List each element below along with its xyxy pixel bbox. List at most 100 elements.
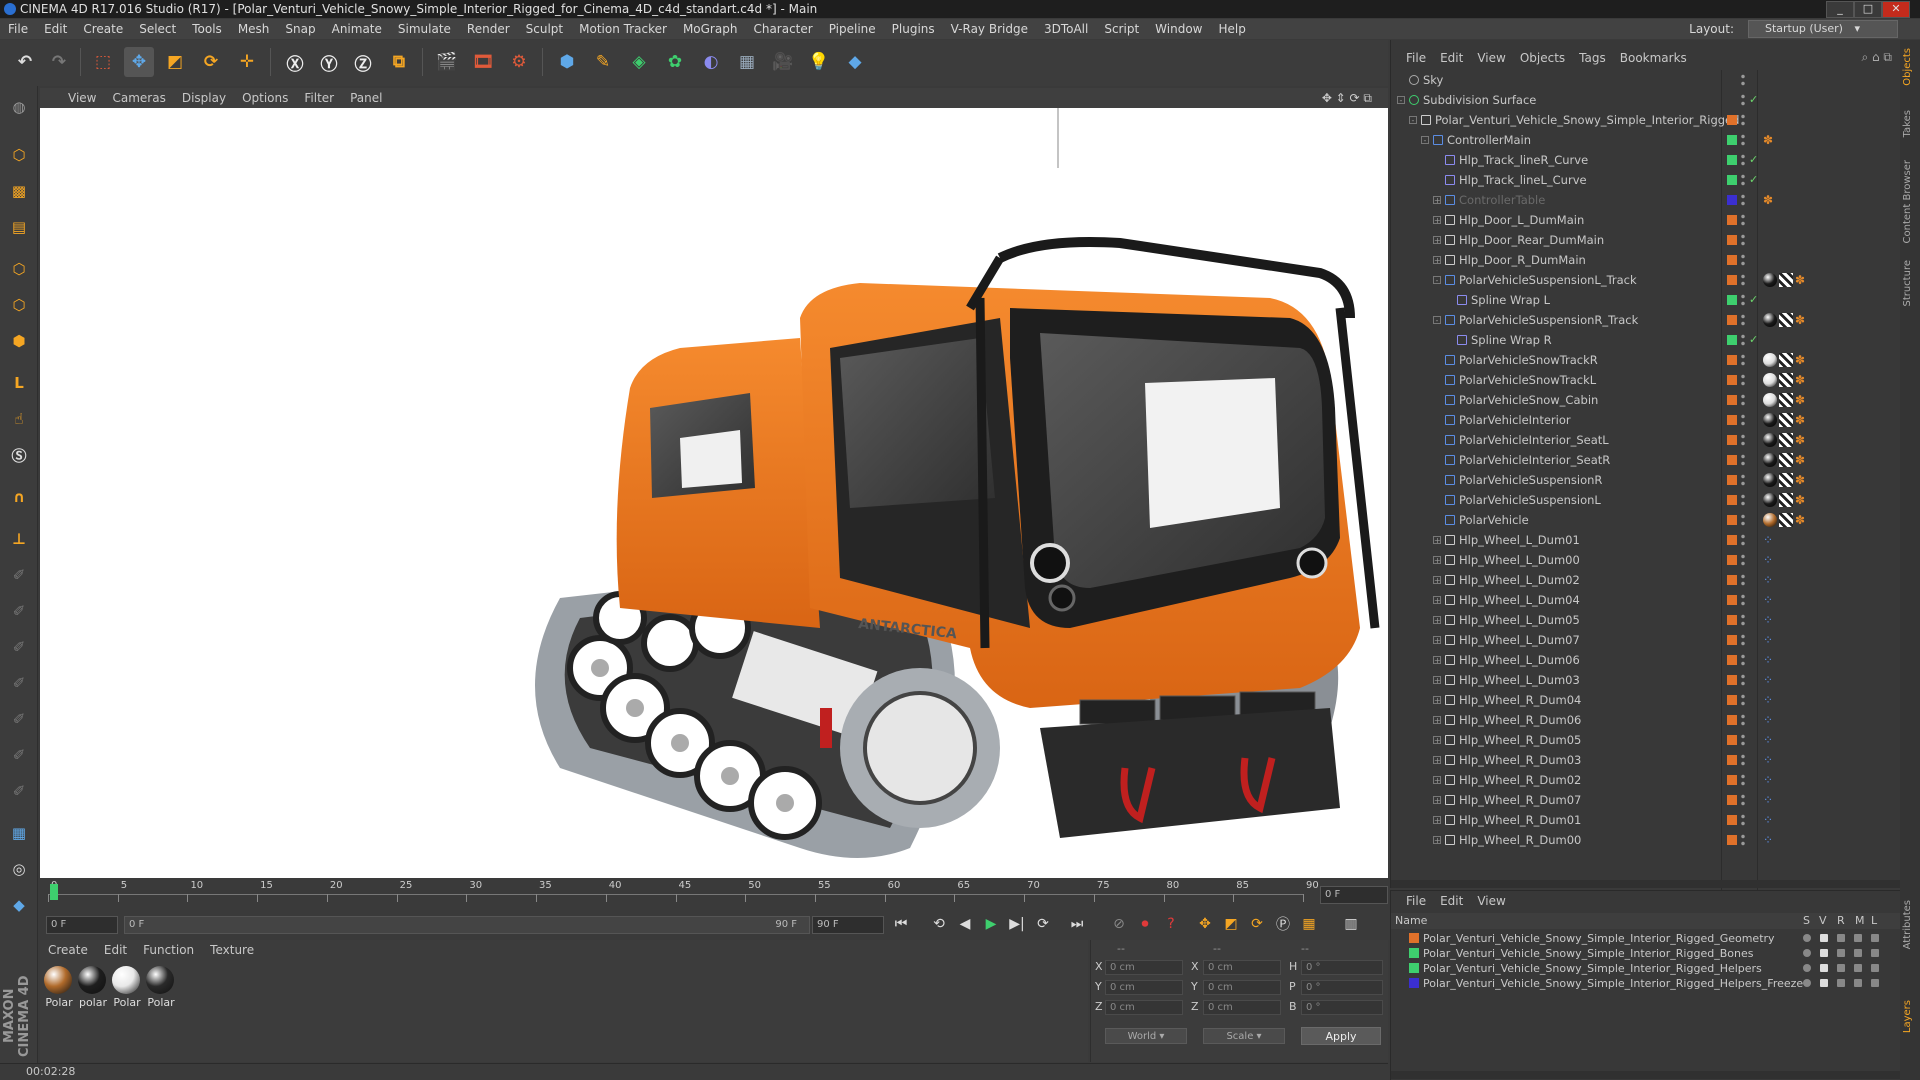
object-row[interactable]: + Hlp_Wheel_L_Dum02 ⁘ (1391, 570, 1901, 590)
material-swatch[interactable]: Polar (112, 966, 142, 1009)
expand-icon[interactable]: + (1433, 656, 1441, 665)
material-menu-texture[interactable]: Texture (202, 943, 262, 957)
material-tag-icon[interactable] (1763, 313, 1777, 327)
viewport-menu-cameras[interactable]: Cameras (104, 91, 173, 105)
coord-position-field[interactable]: 0 cm (1105, 1000, 1183, 1015)
texture-tag-icon[interactable] (1779, 313, 1793, 327)
visibility-dots-icon[interactable] (1741, 573, 1745, 587)
coord-rotation-field[interactable]: 0 ° (1301, 960, 1383, 975)
workplane-icon[interactable]: ⊥ (4, 524, 34, 554)
layer-color-swatch[interactable] (1727, 515, 1737, 525)
maximize-button[interactable]: □ (1854, 1, 1882, 18)
enabled-check-icon[interactable]: ✓ (1749, 330, 1758, 350)
layer-color-swatch[interactable] (1727, 235, 1737, 245)
layer-menu-edit[interactable]: Edit (1433, 894, 1470, 908)
coord-mode-select[interactable]: World ▾ (1105, 1028, 1187, 1044)
expand-icon[interactable]: + (1433, 236, 1441, 245)
key-rotation-icon[interactable]: ⟳ (1246, 914, 1268, 934)
visibility-dots-icon[interactable] (1741, 633, 1745, 647)
visibility-dots-icon[interactable] (1741, 773, 1745, 787)
menu-edit[interactable]: Edit (36, 22, 75, 36)
enabled-check-icon[interactable]: ✓ (1749, 170, 1758, 190)
layout-select[interactable]: Startup (User) ▾ (1748, 20, 1898, 38)
menu-help[interactable]: Help (1210, 22, 1253, 36)
solo-icon[interactable]: ◎ (4, 854, 34, 884)
layer-row[interactable]: Polar_Venturi_Vehicle_Snowy_Simple_Inter… (1391, 976, 1900, 991)
expand-icon[interactable]: + (1433, 536, 1441, 545)
sculpt-brush-6-icon[interactable]: ✐ (4, 740, 34, 770)
layer-color-swatch[interactable] (1727, 375, 1737, 385)
object-row[interactable]: + Hlp_Wheel_R_Dum02 ⁘ (1391, 770, 1901, 790)
previous-frame-icon[interactable]: ◀ (954, 914, 976, 934)
tweak-mode-icon[interactable]: ☝ (4, 404, 34, 434)
viewport-menu-panel[interactable]: Panel (342, 91, 390, 105)
layer-render-icon[interactable] (1837, 934, 1845, 942)
visibility-dots-icon[interactable] (1741, 833, 1745, 847)
collapse-icon[interactable]: - (1433, 276, 1441, 285)
visibility-dots-icon[interactable] (1741, 133, 1745, 147)
timeline[interactable]: 051015202530354045505560657075808590 0 F (40, 880, 1388, 906)
menu-character[interactable]: Character (745, 22, 820, 36)
sculpt-brush-7-icon[interactable]: ✐ (4, 776, 34, 806)
cube-primitive-icon[interactable]: ⬢ (552, 47, 582, 77)
texture-tag-icon[interactable] (1779, 493, 1793, 507)
timeline-window-icon[interactable]: ▥ (1340, 914, 1362, 934)
constraint-tag-icon[interactable]: ⁘ (1763, 653, 1777, 667)
object-row[interactable]: + ControllerTable ✽ (1391, 190, 1901, 210)
layer-menu-file[interactable]: File (1399, 894, 1433, 908)
visibility-dots-icon[interactable] (1741, 293, 1745, 307)
constraint-tag-icon[interactable]: ⁘ (1763, 793, 1777, 807)
object-manager-search-icon[interactable]: ⌕ ⌂ ⧉ (1861, 50, 1892, 65)
key-scale-icon[interactable]: ◩ (1220, 914, 1242, 934)
sculpt-brush-4-icon[interactable]: ✐ (4, 668, 34, 698)
expand-icon[interactable]: + (1433, 676, 1441, 685)
layer-color-swatch[interactable] (1727, 735, 1737, 745)
texture-mode-icon[interactable]: ▩ (4, 176, 34, 206)
camera-icon[interactable]: 🎥 (768, 47, 798, 77)
expand-icon[interactable]: + (1433, 836, 1441, 845)
layer-manager-icon[interactable] (1854, 964, 1862, 972)
material-swatch[interactable]: polar (78, 966, 108, 1009)
record-active-icon[interactable]: ⊘ (1108, 914, 1130, 934)
viewport-menu-view[interactable]: View (60, 91, 104, 105)
go-to-start-icon[interactable]: ⏮ (890, 914, 912, 934)
object-row[interactable]: + Hlp_Wheel_L_Dum03 ⁘ (1391, 670, 1901, 690)
menu-script[interactable]: Script (1096, 22, 1147, 36)
layer-color-swatch[interactable] (1727, 635, 1737, 645)
viewport-menu-display[interactable]: Display (174, 91, 234, 105)
material-menu-edit[interactable]: Edit (96, 943, 135, 957)
layer-color-swatch[interactable] (1727, 655, 1737, 665)
key-position-icon[interactable]: ✥ (1194, 914, 1216, 934)
previous-key-icon[interactable]: ⟲ (928, 914, 950, 934)
layer-color-swatch[interactable] (1727, 175, 1737, 185)
layer-color-swatch[interactable] (1727, 835, 1737, 845)
visibility-dots-icon[interactable] (1741, 273, 1745, 287)
layer-render-icon[interactable] (1837, 979, 1845, 987)
coord-rotation-field[interactable]: 0 ° (1301, 980, 1383, 995)
menu-snap[interactable]: Snap (277, 22, 323, 36)
object-row[interactable]: - ControllerMain ✽ (1391, 130, 1901, 150)
layer-color-swatch[interactable] (1727, 155, 1737, 165)
sculpt-brush-2-icon[interactable]: ✐ (4, 596, 34, 626)
object-row[interactable]: Hlp_Track_lineL_Curve ✓ (1391, 170, 1901, 190)
layer-color-swatch[interactable] (1727, 115, 1737, 125)
visibility-dots-icon[interactable] (1741, 613, 1745, 627)
material-menu-function[interactable]: Function (135, 943, 202, 957)
layer-color-swatch[interactable] (1409, 978, 1419, 988)
expand-icon[interactable]: + (1433, 256, 1441, 265)
expand-icon[interactable]: + (1433, 716, 1441, 725)
expand-icon[interactable]: + (1433, 736, 1441, 745)
layer-color-swatch[interactable] (1727, 295, 1737, 305)
layer-color-swatch[interactable] (1727, 315, 1737, 325)
constraint-tag-icon[interactable]: ⁘ (1763, 673, 1777, 687)
rotate-tool-icon[interactable]: ⟳ (196, 47, 226, 77)
material-tag-icon[interactable] (1763, 393, 1777, 407)
visibility-dots-icon[interactable] (1741, 413, 1745, 427)
viewport-nav-icons[interactable]: ✥ ⇕ ⟳ ⧉ (1314, 91, 1380, 106)
live-selection-icon[interactable]: ⬚ (88, 47, 118, 77)
light-icon[interactable]: 💡 (804, 47, 834, 77)
layer-color-swatch[interactable] (1727, 395, 1737, 405)
visibility-dots-icon[interactable] (1741, 733, 1745, 747)
expand-icon[interactable]: + (1433, 696, 1441, 705)
material-swatch[interactable]: Polar (44, 966, 74, 1009)
